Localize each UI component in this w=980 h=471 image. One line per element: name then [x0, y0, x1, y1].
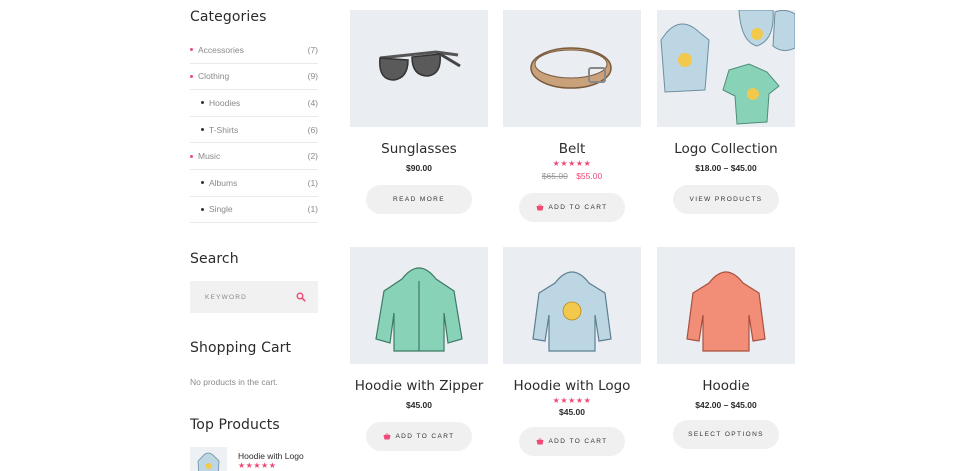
category-item-albums[interactable]: Albums (1) [190, 170, 318, 197]
category-count: (1) [307, 177, 318, 188]
sunglasses-image [379, 50, 461, 81]
top-product-thumbnail[interactable] [190, 447, 227, 471]
category-count: (6) [307, 124, 318, 135]
category-item-single[interactable]: Single (1) [190, 197, 318, 224]
product-price: $18.00 – $45.00 [695, 163, 757, 173]
category-count: (1) [307, 204, 318, 215]
category-label: T-Shirts [209, 124, 239, 135]
product-rating: ★★★★★ [552, 159, 592, 168]
product-card-hoodie: Hoodie $42.00 – $45.00 SELECT OPTIONS [657, 247, 795, 449]
product-image[interactable] [503, 247, 641, 364]
add-to-cart-button[interactable]: ADD TO CART [519, 193, 625, 222]
hoodie-image [197, 452, 220, 471]
category-item-clothing[interactable]: Clothing (9) [190, 64, 318, 91]
category-item-music[interactable]: Music (2) [190, 143, 318, 170]
product-card-hoodie-with-logo: Hoodie with Logo ★★★★★ $45.00 ADD TO CAR… [503, 247, 641, 456]
cart-icon [536, 204, 544, 211]
hoodie-image [686, 271, 766, 352]
product-card-belt: Belt ★★★★★ $65.00 $55.00 ADD TO CART [503, 10, 641, 222]
category-list: Accessories (7) Clothing (9) Hoodies (4)… [190, 37, 318, 224]
belt-image [530, 47, 612, 89]
read-more-button[interactable]: READ MORE [366, 185, 472, 214]
button-label: READ MORE [393, 196, 445, 203]
bullet-icon [190, 48, 193, 52]
product-name[interactable]: Logo Collection [657, 141, 795, 157]
view-products-button[interactable]: VIEW PRODUCTS [673, 185, 779, 214]
add-to-cart-button[interactable]: ADD TO CART [519, 427, 625, 456]
product-price: $45.00 [559, 407, 585, 417]
product-price: $90.00 [406, 163, 432, 173]
bullet-icon [201, 207, 204, 211]
bullet-icon [190, 74, 193, 78]
cart-empty-message: No products in the cart. [190, 377, 278, 387]
button-label: VIEW PRODUCTS [689, 196, 763, 203]
button-label: ADD TO CART [395, 433, 455, 440]
category-item-t-shirts[interactable]: T-Shirts (6) [190, 117, 318, 144]
product-image[interactable] [350, 247, 488, 364]
product-rating: ★★★★★ [552, 396, 592, 405]
logo-collection-image [660, 10, 795, 125]
bullet-icon [190, 154, 193, 158]
product-card-logo-collection: Logo Collection $18.00 – $45.00 VIEW PRO… [657, 10, 795, 214]
category-label: Hoodies [209, 97, 241, 108]
button-label: SELECT OPTIONS [688, 431, 764, 438]
product-image[interactable] [657, 247, 795, 364]
product-image[interactable] [503, 10, 641, 127]
product-price: $42.00 – $45.00 [695, 400, 757, 410]
add-to-cart-button[interactable]: ADD TO CART [366, 422, 472, 451]
product-price: $65.00 $55.00 [503, 171, 641, 181]
category-count: (2) [307, 151, 318, 162]
product-image[interactable] [350, 10, 488, 127]
category-label: Albums [209, 177, 238, 188]
product-name[interactable]: Sunglasses [350, 141, 488, 157]
product-name[interactable]: Hoodie [657, 378, 795, 394]
top-products-title: Top Products [190, 417, 280, 433]
category-label: Single [209, 204, 233, 215]
top-product-item[interactable]: Hoodie with Logo ★★★★★ [190, 447, 320, 471]
select-options-button[interactable]: SELECT OPTIONS [673, 420, 779, 449]
cart-icon [383, 433, 391, 440]
category-label: Clothing [198, 71, 230, 82]
category-count: (4) [307, 97, 318, 108]
product-image[interactable] [657, 10, 795, 127]
search-title: Search [190, 251, 239, 267]
cart-icon [536, 438, 544, 445]
product-price: $45.00 [406, 400, 432, 410]
bullet-icon [201, 181, 204, 185]
category-item-accessories[interactable]: Accessories (7) [190, 37, 318, 64]
categories-title: Categories [190, 9, 267, 25]
product-name[interactable]: Belt [503, 141, 641, 157]
top-product-name[interactable]: Hoodie with Logo [238, 451, 304, 461]
button-label: ADD TO CART [548, 204, 608, 211]
original-price: $65.00 [541, 171, 568, 181]
button-label: ADD TO CART [548, 438, 608, 445]
category-label: Accessories [198, 44, 244, 55]
shopping-cart-title: Shopping Cart [190, 340, 292, 356]
category-label: Music [198, 151, 221, 162]
search-input[interactable] [205, 293, 295, 301]
hoodie-zipper-image [375, 267, 463, 352]
sale-price: $55.00 [576, 171, 603, 181]
product-name[interactable]: Hoodie with Logo [503, 378, 641, 394]
search-box [190, 281, 318, 313]
product-card-sunglasses: Sunglasses $90.00 READ MORE [350, 10, 488, 214]
category-count: (7) [307, 44, 318, 55]
search-icon[interactable] [296, 292, 306, 302]
category-item-hoodies[interactable]: Hoodies (4) [190, 90, 318, 117]
bullet-icon [201, 101, 204, 105]
product-card-hoodie-with-zipper: Hoodie with Zipper $45.00 ADD TO CART [350, 247, 488, 451]
top-product-rating: ★★★★★ [238, 461, 277, 470]
bullet-icon [201, 128, 204, 132]
category-count: (9) [307, 71, 318, 82]
product-name[interactable]: Hoodie with Zipper [350, 378, 488, 394]
hoodie-logo-image [532, 271, 612, 352]
